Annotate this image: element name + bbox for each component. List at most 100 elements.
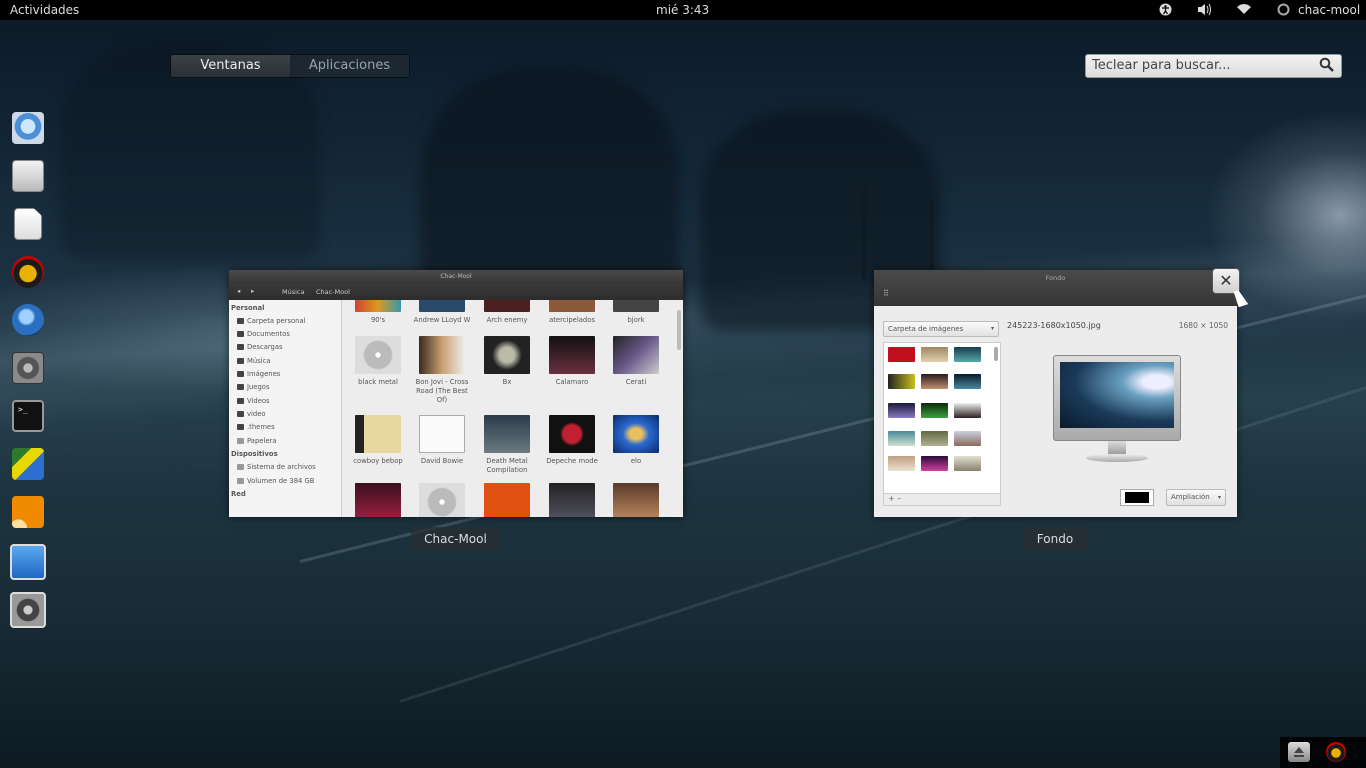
removable-media-icon[interactable] bbox=[1288, 742, 1310, 762]
window-toolbar: ◂ ▸ Música Chac-Mool bbox=[229, 284, 683, 300]
sidebar-item[interactable]: Papelera bbox=[237, 437, 276, 445]
folder-item[interactable]: bjork bbox=[606, 300, 666, 325]
thunderbird-icon[interactable] bbox=[12, 304, 44, 336]
activities-button[interactable]: Actividades bbox=[10, 3, 79, 17]
sidebar-item[interactable]: Carpeta personal bbox=[237, 317, 306, 325]
search-placeholder: Teclear para buscar... bbox=[1092, 58, 1231, 73]
wallpaper-thumbnail[interactable] bbox=[954, 403, 981, 418]
folder-item[interactable]: David Bowie bbox=[412, 415, 472, 466]
path-segment[interactable]: Chac-Mool bbox=[316, 288, 350, 296]
folder-item[interactable]: Bon Jovi - Cross Road (The Best Of) bbox=[412, 336, 472, 405]
search-icon bbox=[1319, 57, 1335, 73]
view-selector: Ventanas Aplicaciones bbox=[170, 54, 410, 78]
wallpaper-thumbnail[interactable] bbox=[921, 347, 948, 362]
wallpaper-thumbnail[interactable] bbox=[888, 347, 915, 362]
accessibility-icon[interactable] bbox=[1158, 3, 1172, 17]
folder-item[interactable]: Cerati bbox=[606, 336, 666, 387]
wallpaper-thumbnail[interactable] bbox=[921, 456, 948, 471]
wallpaper-thumbnail[interactable] bbox=[888, 431, 915, 446]
folder-item[interactable]: Andrew LLoyd W bbox=[412, 300, 472, 325]
folder-item[interactable]: Bx bbox=[477, 336, 537, 387]
text-editor-icon[interactable] bbox=[14, 208, 42, 240]
folder-item[interactable]: black metal bbox=[348, 336, 408, 387]
folder-item[interactable]: Arch enemy bbox=[477, 300, 537, 325]
sidebar-item[interactable]: .themes bbox=[237, 423, 275, 431]
clock[interactable]: mié 3:43 bbox=[656, 3, 709, 17]
sidebar-header: Personal bbox=[231, 304, 265, 312]
add-icon[interactable]: + bbox=[888, 494, 895, 503]
wallpaper-thumbnail[interactable] bbox=[954, 456, 981, 471]
wallpaper-thumbnail[interactable] bbox=[921, 431, 948, 446]
sidebar-item[interactable]: Descargas bbox=[237, 343, 283, 351]
folder-item[interactable]: 90's bbox=[348, 300, 408, 325]
wallpaper-thumbnail[interactable] bbox=[921, 374, 948, 389]
wallpaper-thumbnail[interactable] bbox=[954, 431, 981, 446]
volume-icon[interactable] bbox=[1197, 3, 1211, 17]
sidebar-item[interactable]: Juegos bbox=[237, 383, 270, 391]
folder-item[interactable]: Depeche mode bbox=[542, 415, 602, 466]
background-settings-window[interactable]: Fondo ⠿ Carpeta de imágenes ▾ + – 245223… bbox=[874, 270, 1237, 517]
system-settings-icon[interactable] bbox=[12, 352, 44, 384]
sidebar-item[interactable]: Sistema de archivos bbox=[237, 463, 316, 471]
remove-icon[interactable]: – bbox=[897, 494, 901, 503]
window-title: Chac-Mool bbox=[440, 273, 472, 280]
vlc-tray-icon[interactable] bbox=[1326, 742, 1346, 762]
terminal-icon[interactable]: >_ bbox=[12, 400, 44, 432]
path-segment[interactable]: Música bbox=[282, 288, 304, 296]
sidebar-item[interactable]: Volumen de 384 GB bbox=[237, 477, 314, 485]
scrollbar[interactable] bbox=[677, 310, 681, 350]
window-titlebar: Fondo ⠿ bbox=[874, 270, 1237, 306]
top-bar: Actividades mié 3:43 chac-mool bbox=[0, 0, 1366, 20]
wallpaper-thumbnail[interactable] bbox=[888, 456, 915, 471]
wifi-icon[interactable] bbox=[1237, 3, 1251, 17]
back-icon[interactable]: ◂ bbox=[237, 287, 240, 295]
wallpaper-resolution: 1680 × 1050 bbox=[1178, 321, 1228, 330]
sidebar-item[interactable]: Documentos bbox=[237, 330, 290, 338]
sidebar-header: Dispositivos bbox=[231, 450, 278, 458]
folder-item[interactable] bbox=[477, 483, 537, 517]
sidebar-item[interactable]: video bbox=[237, 410, 266, 418]
wallpaper-thumbnail[interactable] bbox=[888, 403, 915, 418]
folder-item[interactable] bbox=[348, 483, 408, 517]
inkscape-icon[interactable] bbox=[12, 448, 44, 480]
color-button[interactable] bbox=[1120, 489, 1154, 506]
folder-item[interactable] bbox=[412, 483, 472, 517]
search-input[interactable]: Teclear para buscar... bbox=[1085, 54, 1342, 78]
window-label[interactable]: Chac-Mool bbox=[411, 527, 500, 551]
grid-icon[interactable]: ⠿ bbox=[883, 289, 889, 298]
folder-item[interactable]: atercipelados bbox=[542, 300, 602, 325]
folder-item[interactable]: Calamaro bbox=[542, 336, 602, 387]
chromium-icon[interactable] bbox=[12, 112, 44, 144]
folder-dropdown[interactable]: Carpeta de imágenes ▾ bbox=[883, 321, 999, 337]
user-status-icon[interactable] bbox=[1276, 3, 1290, 17]
wallpaper-thumbnail[interactable] bbox=[954, 347, 981, 362]
orange-app-icon[interactable] bbox=[12, 496, 44, 528]
folder-item[interactable] bbox=[606, 483, 666, 517]
sidebar: Personal Carpeta personal Documentos Des… bbox=[229, 300, 342, 517]
folder-item[interactable] bbox=[542, 483, 602, 517]
folder-item[interactable]: Death Metal Compilation bbox=[477, 415, 537, 475]
vlc-icon[interactable] bbox=[12, 256, 44, 288]
user-menu[interactable]: chac-mool bbox=[1298, 3, 1360, 17]
file-manager-icon[interactable] bbox=[12, 160, 44, 192]
folder-item[interactable]: cowboy bebop bbox=[348, 415, 408, 466]
window-title: Fondo bbox=[1045, 274, 1066, 282]
background-pole bbox=[862, 180, 866, 280]
mail-app-icon[interactable] bbox=[10, 544, 46, 580]
message-tray bbox=[1280, 737, 1366, 768]
sidebar-item[interactable]: Música bbox=[237, 357, 271, 365]
scrollbar[interactable] bbox=[994, 347, 998, 361]
forward-icon[interactable]: ▸ bbox=[251, 287, 254, 295]
wallpaper-thumbnail[interactable] bbox=[921, 403, 948, 418]
settings-app-icon[interactable] bbox=[10, 592, 46, 628]
wallpaper-thumbnail[interactable] bbox=[888, 374, 915, 389]
file-manager-window[interactable]: Chac-Mool ◂ ▸ Música Chac-Mool Personal … bbox=[229, 270, 683, 517]
folder-item[interactable]: elo bbox=[606, 415, 666, 466]
sidebar-item[interactable]: Videos bbox=[237, 397, 270, 405]
placement-dropdown[interactable]: Ampliación ▾ bbox=[1166, 489, 1226, 506]
window-label[interactable]: Fondo bbox=[1023, 527, 1087, 551]
wallpaper-thumbnail[interactable] bbox=[954, 374, 981, 389]
tab-windows[interactable]: Ventanas bbox=[171, 55, 290, 77]
tab-applications[interactable]: Aplicaciones bbox=[290, 55, 409, 77]
sidebar-item[interactable]: Imágenes bbox=[237, 370, 280, 378]
